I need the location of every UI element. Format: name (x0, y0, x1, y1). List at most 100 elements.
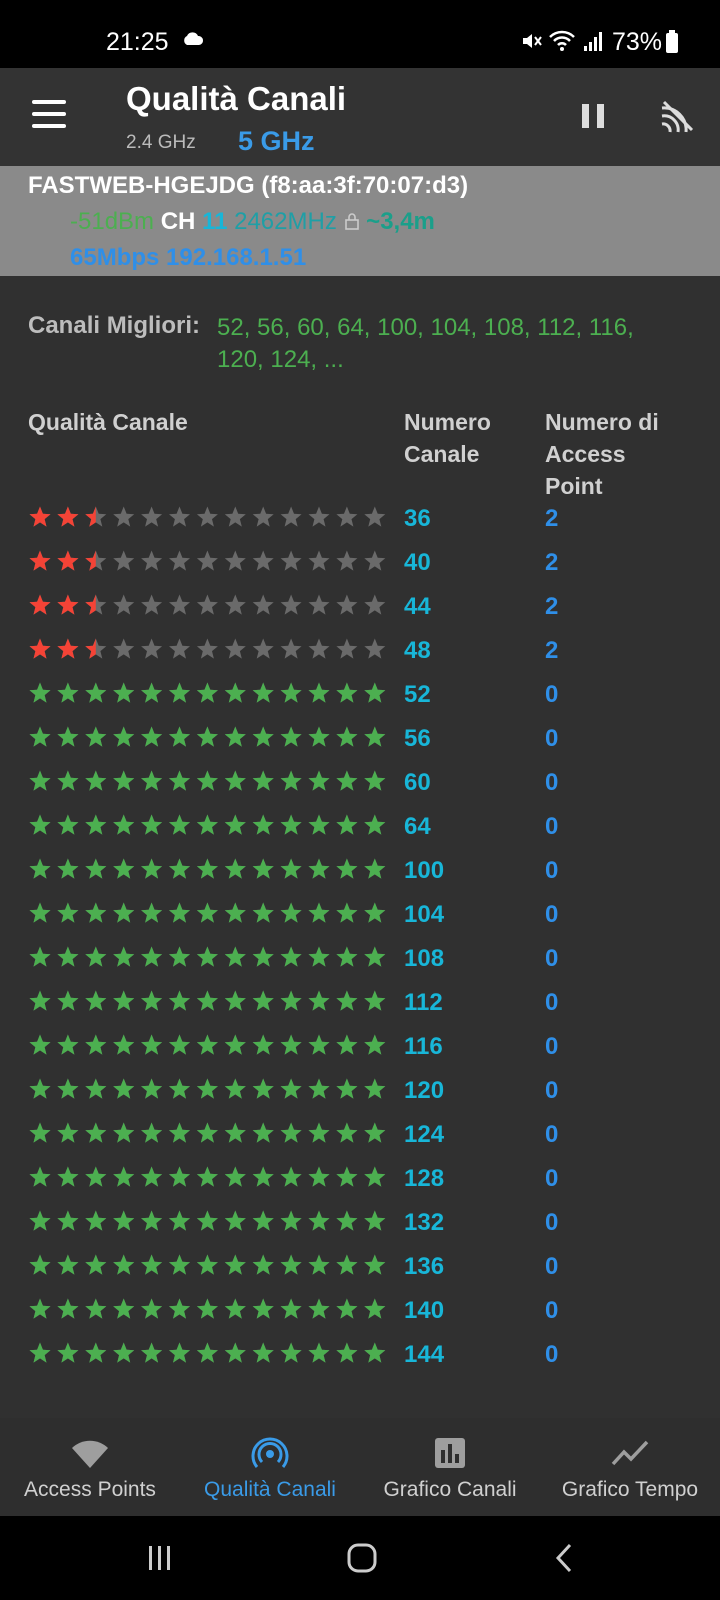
channel-number: 52 (404, 681, 431, 708)
channel-number: 108 (404, 945, 445, 972)
table-row: 44 2 (0, 591, 720, 635)
access-point-count: 0 (545, 989, 559, 1016)
system-nav-bar (0, 1516, 720, 1600)
quality-stars (28, 1119, 388, 1147)
table-row: 112 0 (0, 987, 720, 1031)
scan-icon[interactable] (660, 98, 696, 134)
table-row: 136 0 (0, 1251, 720, 1295)
bar-chart-icon (435, 1438, 465, 1468)
ap-ssid: FASTWEB-HGEJDG (f8:aa:3f:70:07:d3) (28, 172, 469, 199)
ap-speed: 65Mbps (70, 244, 160, 271)
nav-channel-quality[interactable]: Qualità Canali (180, 1418, 360, 1516)
channel-number: 128 (404, 1165, 445, 1192)
access-point-count: 0 (545, 945, 559, 972)
channel-number: 40 (404, 549, 431, 576)
access-point-count: 0 (545, 1121, 559, 1148)
nav-access-points[interactable]: Access Points (0, 1418, 180, 1516)
access-point-count: 2 (545, 549, 559, 576)
access-point-count: 0 (545, 813, 559, 840)
menu-icon[interactable] (32, 100, 66, 128)
quality-stars (28, 1207, 388, 1235)
channel-number: 136 (404, 1253, 445, 1280)
quality-stars (28, 987, 388, 1015)
quality-stars (28, 767, 388, 795)
quality-stars (28, 855, 388, 883)
quality-stars (28, 591, 388, 619)
back-icon[interactable] (552, 1542, 576, 1574)
channel-number: 36 (404, 505, 431, 532)
app-bar: Qualità Canali 2.4 GHz 5 GHz (0, 68, 720, 166)
ap-signal: -51dBm (70, 208, 155, 235)
table-row: 104 0 (0, 899, 720, 943)
access-point-count: 0 (545, 1077, 559, 1104)
table-row: 60 0 (0, 767, 720, 811)
quality-stars (28, 1295, 388, 1323)
home-icon[interactable] (346, 1542, 378, 1574)
table-row: 40 2 (0, 547, 720, 591)
channel-number: 112 (404, 989, 443, 1016)
col-header-channel: Numero Canale (404, 409, 491, 467)
status-icons (520, 30, 604, 52)
access-point-count: 0 (545, 1165, 559, 1192)
quality-stars (28, 679, 388, 707)
channel-number: 140 (404, 1297, 445, 1324)
channel-number: 56 (404, 725, 431, 752)
ap-ip: 192.168.1.51 (166, 244, 307, 271)
mute-icon (523, 34, 542, 48)
quality-stars (28, 1031, 388, 1059)
access-point-count: 2 (545, 593, 559, 620)
table-row: 48 2 (0, 635, 720, 679)
signal-icon (584, 32, 602, 51)
access-point-count: 0 (545, 725, 559, 752)
quality-stars (28, 723, 388, 751)
col-header-quality: Qualità Canale (28, 409, 188, 435)
battery-level: 73% (612, 28, 663, 56)
access-point-count: 0 (545, 901, 559, 928)
nav-label: Grafico Tempo (561, 1478, 699, 1501)
access-point-count: 0 (545, 1253, 559, 1280)
quality-stars (28, 1251, 388, 1279)
quality-stars (28, 1075, 388, 1103)
access-point-count: 2 (545, 637, 559, 664)
lock-icon (344, 213, 359, 230)
nav-label: Access Points (24, 1478, 156, 1501)
pause-icon[interactable] (582, 104, 604, 128)
access-point-count: 0 (545, 1341, 559, 1368)
table-row: 100 0 (0, 855, 720, 899)
quality-stars (28, 899, 388, 927)
nav-label: Qualità Canali (204, 1478, 336, 1501)
status-bar: 21:25 73% (0, 0, 720, 68)
table-row: 128 0 (0, 1163, 720, 1207)
quality-stars (28, 503, 388, 531)
battery-icon (666, 30, 678, 53)
table-row: 144 0 (0, 1339, 720, 1383)
table-row: 124 0 (0, 1119, 720, 1163)
wifi-icon (72, 1440, 108, 1468)
band-24ghz-tab[interactable]: 2.4 GHz (126, 132, 196, 154)
cloud-icon (184, 32, 204, 45)
channel-number: 116 (404, 1033, 443, 1060)
best-channels-values: 52, 56, 60, 64, 100, 104, 108, 112, 116,… (217, 314, 634, 373)
channel-number: 144 (404, 1341, 445, 1368)
channel-quality-content[interactable]: Canali Migliori: 52, 56, 60, 64, 100, 10… (0, 276, 720, 1418)
ap-ch-label: CH (160, 208, 196, 235)
connected-ap-panel[interactable]: FASTWEB-HGEJDG (f8:aa:3f:70:07:d3) -51dB… (0, 166, 720, 276)
quality-stars (28, 1163, 388, 1191)
nav-label: Grafico Canali (383, 1478, 517, 1501)
ap-frequency: 2462MHz (234, 208, 337, 235)
table-row: 132 0 (0, 1207, 720, 1251)
recent-apps-icon[interactable] (146, 1544, 174, 1572)
ap-distance: ~3,4m (366, 208, 435, 235)
channel-number: 120 (404, 1077, 445, 1104)
table-row: 120 0 (0, 1075, 720, 1119)
table-row: 116 0 (0, 1031, 720, 1075)
band-5ghz-tab[interactable]: 5 GHz (238, 126, 315, 157)
wifi-status-icon (549, 30, 575, 51)
channel-number: 124 (404, 1121, 445, 1148)
channel-number: 100 (404, 857, 445, 884)
col-header-aps: Numero di Access Point (545, 409, 659, 499)
access-point-count: 0 (545, 681, 559, 708)
nav-time-graph[interactable]: Grafico Tempo (540, 1418, 720, 1516)
nav-channel-graph[interactable]: Grafico Canali (360, 1418, 540, 1516)
channel-number: 60 (404, 769, 431, 796)
